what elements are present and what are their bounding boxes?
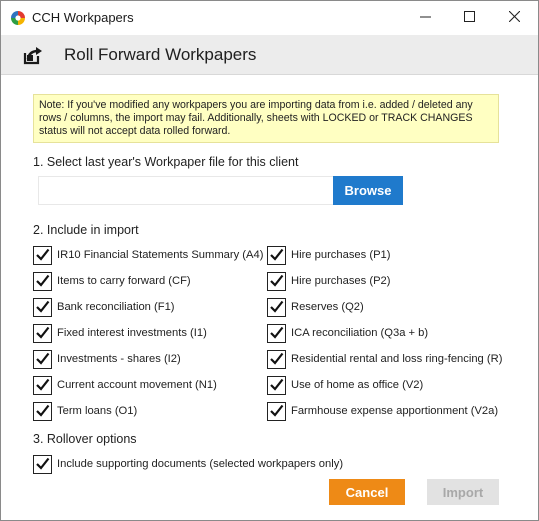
checkbox-farmhouse-expense[interactable]: Farmhouse expense apportionment (V2a)	[267, 401, 498, 421]
workpaper-file-input[interactable]	[38, 176, 334, 205]
close-button[interactable]	[491, 1, 537, 35]
checkbox[interactable]	[267, 375, 286, 395]
checkbox[interactable]	[267, 323, 286, 343]
checkbox-fixed-interest-investments[interactable]: Fixed interest investments (I1)	[33, 323, 207, 343]
checkbox-label: Hire purchases (P2)	[291, 275, 391, 287]
browse-button[interactable]: Browse	[333, 176, 403, 205]
checkbox[interactable]	[33, 323, 52, 343]
checkmark-icon	[270, 274, 284, 287]
checkmark-icon	[36, 248, 50, 261]
checkmark-icon	[36, 274, 50, 287]
checkbox-label: Term loans (O1)	[57, 405, 138, 417]
checkbox-label: Use of home as office (V2)	[291, 379, 424, 391]
checkmark-icon	[36, 404, 50, 417]
checkmark-icon	[36, 457, 50, 470]
checkbox[interactable]	[267, 349, 286, 369]
checkmark-icon	[270, 352, 284, 365]
cancel-button[interactable]: Cancel	[329, 479, 405, 505]
checkbox-label: Fixed interest investments (I1)	[57, 327, 207, 339]
checkbox-label: ICA reconciliation (Q3a + b)	[291, 327, 429, 339]
checkbox[interactable]	[33, 375, 52, 395]
checkbox-label: Reserves (Q2)	[291, 301, 364, 313]
checkbox-hire-purchases-p1[interactable]: Hire purchases (P1)	[267, 245, 390, 265]
checkbox-items-to-carry-forward[interactable]: Items to carry forward (CF)	[33, 271, 191, 291]
import-button[interactable]: Import	[427, 479, 499, 505]
section-include-label: 2. Include in import	[33, 223, 139, 237]
checkbox[interactable]	[33, 349, 52, 369]
title-bar[interactable]: CCH Workpapers	[1, 1, 538, 35]
maximize-button[interactable]	[446, 1, 492, 35]
roll-forward-icon	[22, 44, 44, 66]
checkbox-label: Investments - shares (I2)	[57, 353, 181, 365]
maximize-icon	[463, 9, 475, 27]
cch-logo-icon	[11, 11, 25, 25]
checkmark-icon	[270, 248, 284, 261]
section-select-file-label: 1. Select last year's Workpaper file for…	[33, 155, 299, 169]
checkbox[interactable]	[33, 454, 52, 474]
checkbox-residential-rental[interactable]: Residential rental and loss ring-fencing…	[267, 349, 502, 369]
checkbox-bank-reconciliation[interactable]: Bank reconciliation (F1)	[33, 297, 175, 317]
checkbox-label: Farmhouse expense apportionment (V2a)	[291, 405, 499, 417]
minimize-button[interactable]	[402, 1, 448, 35]
checkbox-ica-reconciliation[interactable]: ICA reconciliation (Q3a + b)	[267, 323, 428, 343]
checkbox-current-account-movement[interactable]: Current account movement (N1)	[33, 375, 217, 395]
dialog-title: Roll Forward Workpapers	[64, 45, 257, 64]
checkbox[interactable]	[267, 297, 286, 317]
checkbox-term-loans[interactable]: Term loans (O1)	[33, 401, 137, 421]
checkbox[interactable]	[33, 297, 52, 317]
checkbox-label: Bank reconciliation (F1)	[57, 301, 175, 313]
checkbox-reserves[interactable]: Reserves (Q2)	[267, 297, 364, 317]
checkmark-icon	[36, 378, 50, 391]
checkbox-label: Hire purchases (P1)	[291, 249, 391, 261]
checkbox-hire-purchases-p2[interactable]: Hire purchases (P2)	[267, 271, 390, 291]
checkbox-investments-shares[interactable]: Investments - shares (I2)	[33, 349, 181, 369]
checkbox[interactable]	[267, 271, 286, 291]
window-title: CCH Workpapers	[32, 10, 134, 25]
checkmark-icon	[270, 404, 284, 417]
close-icon	[508, 9, 520, 27]
section-rollover-options-label: 3. Rollover options	[33, 432, 137, 446]
checkbox-label: Include supporting documents (selected w…	[57, 458, 344, 470]
checkmark-icon	[270, 378, 284, 391]
roll-forward-dialog: CCH Workpapers Roll Forward Workpapers N…	[0, 0, 539, 521]
checkmark-icon	[270, 326, 284, 339]
checkbox[interactable]	[33, 401, 52, 421]
checkmark-icon	[36, 352, 50, 365]
checkbox-label: Items to carry forward (CF)	[57, 275, 191, 287]
checkbox-use-of-home-as-office[interactable]: Use of home as office (V2)	[267, 375, 423, 395]
checkbox-label: Residential rental and loss ring-fencing…	[291, 353, 503, 365]
dialog-header: Roll Forward Workpapers	[1, 35, 538, 75]
checkbox-include-supporting-documents[interactable]: Include supporting documents (selected w…	[33, 454, 343, 474]
checkbox[interactable]	[267, 245, 286, 265]
checkbox-label: Current account movement (N1)	[57, 379, 217, 391]
checkbox-ir10-financial-statements[interactable]: IR10 Financial Statements Summary (A4)	[33, 245, 263, 265]
warning-note: Note: If you've modified any workpapers …	[33, 94, 499, 143]
checkmark-icon	[36, 300, 50, 313]
checkbox-label: IR10 Financial Statements Summary (A4)	[57, 249, 264, 261]
checkbox[interactable]	[33, 245, 52, 265]
checkmark-icon	[270, 300, 284, 313]
checkbox[interactable]	[33, 271, 52, 291]
minimize-icon	[419, 9, 431, 27]
checkmark-icon	[36, 326, 50, 339]
checkbox[interactable]	[267, 401, 286, 421]
